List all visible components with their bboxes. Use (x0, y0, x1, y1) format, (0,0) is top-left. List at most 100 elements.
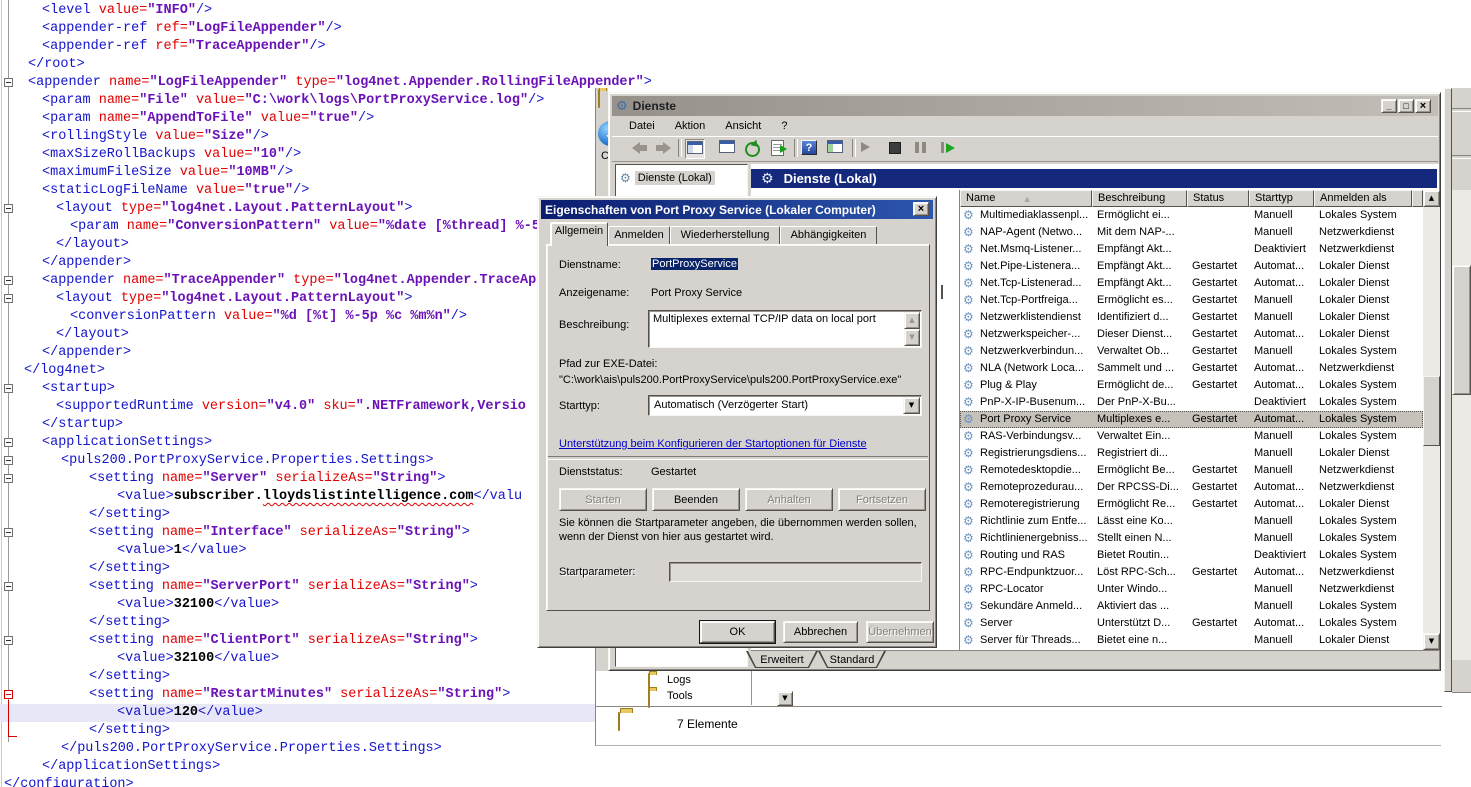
service-row[interactable]: ⚙RAS-Verbindungsv...Verwaltet Ein...Manu… (960, 428, 1423, 445)
code-line[interactable]: </layout> (0, 326, 129, 344)
service-row[interactable]: ⚙RPC-LocatorUnter Windo...ManuellNetzwer… (960, 581, 1423, 598)
start-service-icon[interactable] (861, 142, 870, 158)
service-row[interactable]: ⚙Remotedesktopdie...Ermöglicht Be...Gest… (960, 462, 1423, 479)
menu-aktion[interactable]: Aktion (675, 120, 706, 132)
service-row[interactable]: ⚙Net.Tcp-Portfreiga...Ermöglicht es...Ge… (960, 292, 1423, 309)
pause-service-icon[interactable] (915, 142, 926, 158)
column-header-status[interactable]: Status (1187, 190, 1249, 207)
code-line[interactable]: </startup> (0, 416, 123, 434)
tab-standard[interactable]: Standard (818, 651, 886, 668)
code-line[interactable]: </setting> (0, 560, 170, 578)
code-line[interactable]: <value>32100</value> (0, 596, 279, 614)
restart-service-icon[interactable] (941, 142, 955, 158)
service-row[interactable]: ⚙Net.Pipe-Listenera...Empfängt Akt...Ges… (960, 258, 1423, 275)
fold-marker[interactable] (4, 384, 13, 393)
code-line[interactable]: <param name="ConversionPattern" value="%… (0, 218, 540, 236)
code-line[interactable]: <appender-ref ref="LogFileAppender"/> (0, 20, 342, 38)
code-line[interactable]: </layout> (0, 236, 129, 254)
code-line[interactable]: </setting> (0, 506, 170, 524)
tab-erweitert[interactable]: Erweitert (746, 651, 818, 668)
code-line[interactable]: <setting name="Interface" serializeAs="S… (0, 524, 470, 542)
service-row[interactable]: ⚙ServerUnterstützt D...GestartetAutomat.… (960, 615, 1423, 632)
service-row[interactable]: ⚙NLA (Network Loca...Sammelt und ...Gest… (960, 360, 1423, 377)
code-line[interactable]: <appender name="LogFileAppender" type="l… (0, 74, 652, 92)
fold-marker-active[interactable] (4, 690, 13, 699)
anhalten-button[interactable]: Anhalten (745, 488, 833, 511)
service-row[interactable]: ⚙Richtlinienergebniss...Stellt einen N..… (960, 530, 1423, 547)
show-console-tree-icon[interactable] (685, 139, 705, 159)
service-row[interactable]: ⚙Sekundäre Anmeld...Aktiviert das ...Man… (960, 598, 1423, 615)
minimize-button[interactable]: _ (1381, 99, 1397, 113)
forward-icon[interactable] (656, 140, 671, 156)
code-line[interactable]: </root> (0, 56, 85, 74)
code-line[interactable]: </appender> (0, 254, 131, 272)
service-row-selected[interactable]: ⚙Port Proxy ServiceMultiplexes e...Gesta… (960, 411, 1423, 428)
explorer-scrollbar[interactable] (1452, 190, 1471, 660)
service-row[interactable]: ⚙PnP-X-IP-Busenum...Der PnP-X-Bu...Deakt… (960, 394, 1423, 411)
service-row[interactable]: ⚙RPC-Endpunktzuor...Löst RPC-Sch...Gesta… (960, 564, 1423, 581)
menu-datei[interactable]: Datei (629, 120, 655, 132)
fold-marker[interactable] (4, 528, 13, 537)
code-line[interactable]: <value>1</value> (0, 542, 247, 560)
code-line[interactable]: <conversionPattern value="%d [%t] %-5p %… (0, 308, 467, 326)
combo-dropdown-button[interactable]: ▼ (903, 397, 920, 414)
service-row[interactable]: ⚙Richtlinie zum Entfe...Lässt eine Ko...… (960, 513, 1423, 530)
fold-marker[interactable] (4, 276, 13, 285)
service-row[interactable]: ⚙Netzwerkverbindun...Verwaltet Ob...Gest… (960, 343, 1423, 360)
folder-item-label[interactable]: Tools (667, 690, 701, 702)
code-line[interactable]: <setting name="Server" serializeAs="Stri… (0, 470, 446, 488)
service-row[interactable]: ⚙Routing und RASBietet Routin...Deaktivi… (960, 547, 1423, 564)
fold-marker[interactable] (4, 78, 13, 87)
code-line[interactable]: </appender> (0, 344, 131, 362)
service-row[interactable]: ⚙NAP-Agent (Netwo...Mit dem NAP-...Manue… (960, 224, 1423, 241)
code-line[interactable]: <staticLogFileName value="true"/> (0, 182, 309, 200)
export-list-icon[interactable] (771, 140, 784, 156)
starttyp-select[interactable]: Automatisch (Verzögerter Start) ▼ (648, 395, 922, 416)
fold-marker[interactable] (4, 582, 13, 591)
help-icon[interactable]: ? (801, 140, 817, 156)
code-line[interactable]: </setting> (0, 614, 170, 632)
code-line[interactable]: <level value="INFO"/> (0, 2, 212, 20)
code-line[interactable]: <puls200.PortProxyService.Properties.Set… (0, 452, 434, 470)
tree-item-dienste-lokal[interactable]: ⚙ Dienste (Lokal) (620, 171, 715, 185)
code-line[interactable]: <rollingStyle value="Size"/> (0, 128, 269, 146)
maximize-button[interactable]: □ (1398, 99, 1414, 113)
code-line[interactable]: </configuration> (0, 776, 134, 787)
code-line[interactable]: <maxSizeRollBackups value="10"/> (0, 146, 301, 164)
stop-service-icon[interactable] (889, 142, 901, 158)
folder-item-label[interactable]: Logs (667, 674, 701, 686)
abbrechen-button[interactable]: Abbrechen (783, 621, 858, 643)
service-row[interactable]: ⚙Netzwerkspeicher-...Dieser Dienst...Ges… (960, 326, 1423, 343)
scrollbar-thumb[interactable] (1423, 376, 1440, 446)
service-row[interactable]: ⚙Multimediaklassenpl...Ermöglicht ei...M… (960, 207, 1423, 224)
code-line[interactable]: <supportedRuntime version="v4.0" sku=".N… (0, 398, 526, 416)
service-row[interactable]: ⚙Net.Msmq-Listener...Empfängt Akt...Deak… (960, 241, 1423, 258)
column-header-anmelden-als[interactable]: Anmelden als (1314, 190, 1412, 207)
uebernehmen-button[interactable]: Übernehmen (866, 621, 934, 643)
fold-marker[interactable] (4, 294, 13, 303)
code-line[interactable]: <param name="File" value="C:\work\logs\P… (0, 92, 544, 110)
beschreibung-field[interactable]: Multiplexes external TCP/IP data on loca… (648, 310, 922, 348)
refresh-icon[interactable] (745, 142, 760, 158)
beenden-button[interactable]: Beenden (652, 488, 740, 511)
fold-marker[interactable] (4, 474, 13, 483)
service-row[interactable]: ⚙Remoteprozedurau...Der RPCSS-Di...Gesta… (960, 479, 1423, 496)
scroll-down-button[interactable]: ▼ (904, 329, 920, 346)
code-line[interactable]: <setting name="ServerPort" serializeAs="… (0, 578, 478, 596)
properties-icon[interactable] (719, 140, 735, 156)
back-icon[interactable] (632, 140, 647, 156)
column-header-beschreibung[interactable]: Beschreibung (1092, 190, 1187, 207)
fortsetzen-button[interactable]: Fortsetzen (838, 488, 926, 511)
starten-button[interactable]: Starten (559, 488, 647, 511)
code-line[interactable]: </log4net> (0, 362, 105, 380)
back-button[interactable]: ← (598, 121, 608, 146)
close-button[interactable]: × (1415, 99, 1431, 113)
service-row[interactable]: ⚙Plug & PlayErmöglicht de...GestartetAut… (960, 377, 1423, 394)
code-line[interactable]: <value>subscriber.lloydslistintelligence… (0, 488, 522, 506)
code-line[interactable]: <applicationSettings> (0, 434, 212, 452)
extended-view-icon[interactable] (827, 140, 843, 156)
scroll-down-button[interactable]: ▼ (1423, 633, 1440, 650)
menu-ansicht[interactable]: Ansicht (725, 120, 761, 132)
code-line[interactable]: <layout type="log4net.Layout.PatternLayo… (0, 200, 412, 218)
scroll-up-button[interactable]: ▲ (1423, 190, 1440, 207)
